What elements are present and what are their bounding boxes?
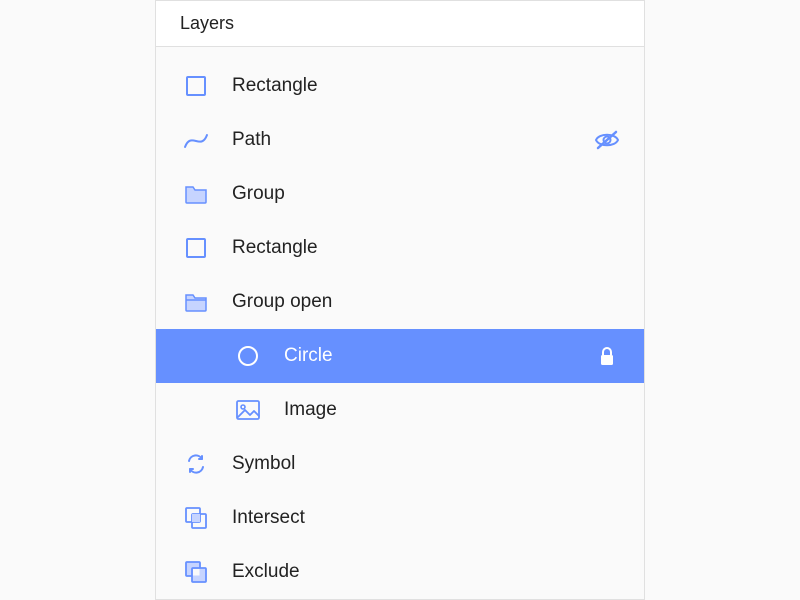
layer-label: Group bbox=[232, 183, 620, 205]
layer-label: Rectangle bbox=[232, 237, 620, 259]
layer-label: Circle bbox=[284, 345, 594, 367]
folder-open-icon bbox=[180, 286, 212, 318]
folder-closed-icon bbox=[180, 178, 212, 210]
layer-item-image[interactable]: Image bbox=[156, 383, 644, 437]
layer-label: Path bbox=[232, 129, 594, 151]
layer-item-symbol[interactable]: Symbol bbox=[156, 437, 644, 491]
layer-label: Intersect bbox=[232, 507, 620, 529]
layers-panel: Layers Rectangle Path bbox=[155, 0, 645, 600]
image-icon bbox=[232, 394, 264, 426]
exclude-icon bbox=[180, 556, 212, 588]
layer-item-group[interactable]: Group bbox=[156, 167, 644, 221]
panel-title: Layers bbox=[156, 0, 644, 47]
layer-item-circle[interactable]: Circle bbox=[156, 329, 644, 383]
layer-item-intersect[interactable]: Intersect bbox=[156, 491, 644, 545]
layer-item-path[interactable]: Path bbox=[156, 113, 644, 167]
layer-label: Image bbox=[284, 399, 620, 421]
intersect-icon bbox=[180, 502, 212, 534]
layer-label: Exclude bbox=[232, 561, 620, 583]
layer-item-exclude[interactable]: Exclude bbox=[156, 545, 644, 599]
lock-icon[interactable] bbox=[594, 343, 620, 369]
rectangle-icon bbox=[180, 232, 212, 264]
circle-icon bbox=[232, 340, 264, 372]
layer-label: Symbol bbox=[232, 453, 620, 475]
hidden-icon[interactable] bbox=[594, 127, 620, 153]
rectangle-icon bbox=[180, 70, 212, 102]
path-icon bbox=[180, 124, 212, 156]
sync-icon bbox=[180, 448, 212, 480]
layer-item-group-open[interactable]: Group open bbox=[156, 275, 644, 329]
layer-item-rectangle[interactable]: Rectangle bbox=[156, 59, 644, 113]
layer-label: Rectangle bbox=[232, 75, 620, 97]
layer-item-rectangle[interactable]: Rectangle bbox=[156, 221, 644, 275]
layers-list: Rectangle Path Group bbox=[156, 47, 644, 599]
layer-label: Group open bbox=[232, 291, 620, 313]
